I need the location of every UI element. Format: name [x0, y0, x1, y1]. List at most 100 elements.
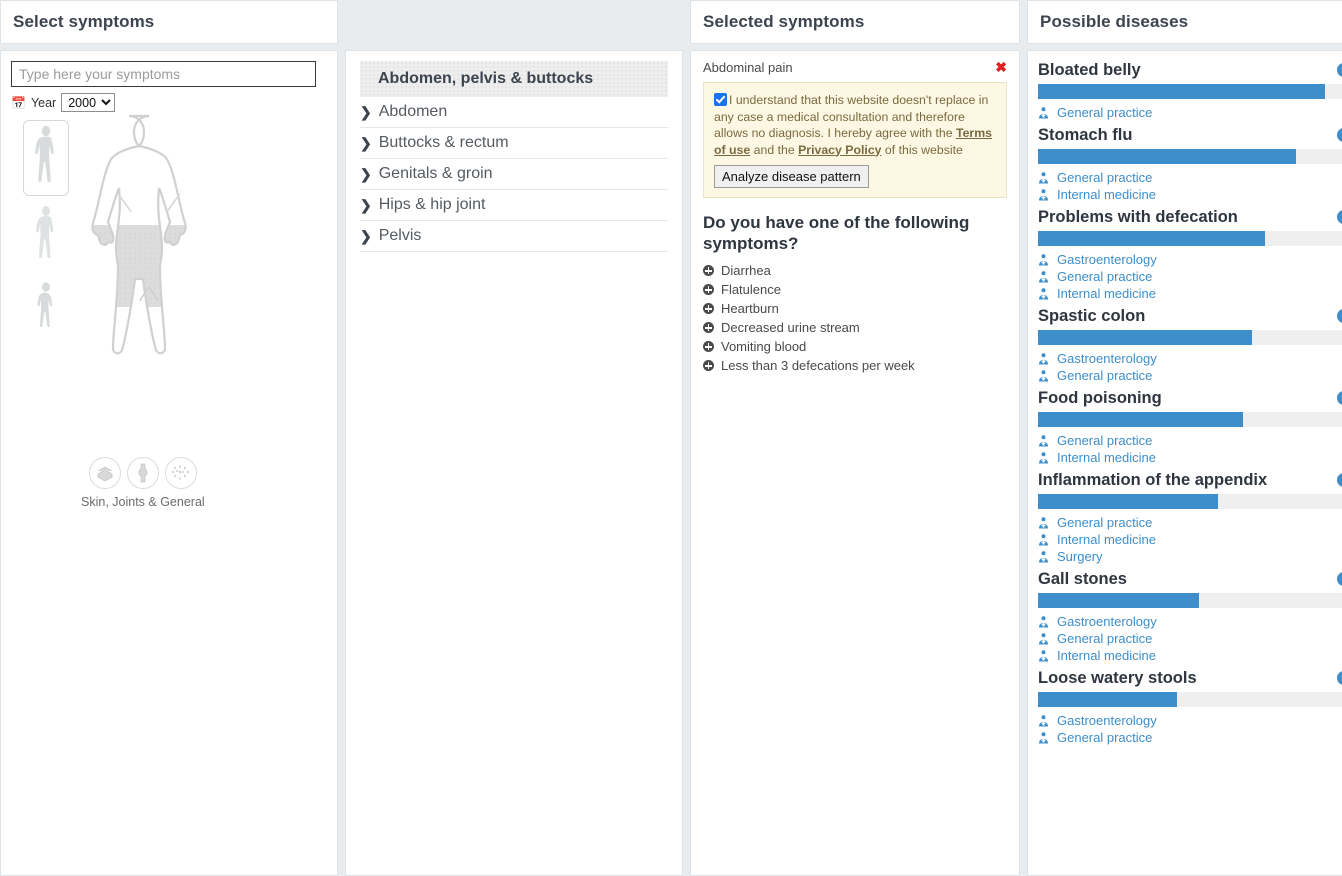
disease-name: Loose watery stools	[1038, 669, 1197, 687]
woman-silhouette-icon	[36, 206, 54, 259]
region-item-genitals-groin[interactable]: ❯ Genitals & groin	[360, 159, 668, 190]
region-item-pelvis[interactable]: ❯ Pelvis	[360, 221, 668, 252]
suggestions-title: Do you have one of the following symptom…	[703, 213, 970, 253]
disease-match-bar-fill	[1038, 231, 1265, 246]
body-figure-svg	[69, 114, 229, 355]
region-item-hips-hip-joint[interactable]: ❯ Hips & hip joint	[360, 190, 668, 221]
disease-match-bar	[1038, 231, 1342, 246]
disease-card: Gall stones i Gastroenterology General prac…	[1038, 568, 1342, 664]
specialty-item[interactable]: General practice	[1038, 514, 1342, 531]
specialty-item[interactable]: General practice	[1038, 104, 1342, 121]
info-icon[interactable]: i	[1337, 671, 1342, 685]
suggestion-item-vomiting-blood[interactable]: Vomiting blood	[703, 337, 1007, 356]
specialty-item[interactable]: General practice	[1038, 169, 1342, 186]
disease-match-bar-fill	[1038, 330, 1253, 345]
category-icons: Skin, Joints & General	[81, 457, 205, 509]
disease-header: Loose watery stools i	[1038, 667, 1342, 689]
specialty-label: Gastroenterology	[1057, 614, 1157, 629]
specialty-item[interactable]: General practice	[1038, 630, 1342, 647]
specialty-item[interactable]: Internal medicine	[1038, 531, 1342, 548]
disease-match-bar	[1038, 330, 1342, 345]
analyze-disease-pattern-button[interactable]: Analyze disease pattern	[714, 165, 869, 188]
disease-name: Problems with defecation	[1038, 208, 1238, 226]
privacy-policy-link[interactable]: Privacy Policy	[798, 143, 881, 157]
highlighted-region-abdomen-pelvis[interactable]	[69, 225, 229, 307]
search-input[interactable]	[11, 61, 316, 87]
info-icon[interactable]: i	[1337, 210, 1342, 224]
general-category-button[interactable]	[164, 457, 197, 489]
disease-card: Inflammation of the appendix i General pra…	[1038, 469, 1342, 565]
body-figure[interactable]	[69, 112, 229, 467]
specialty-item[interactable]: Surgery	[1038, 548, 1342, 565]
specialty-item[interactable]: Internal medicine	[1038, 647, 1342, 664]
figure-option-child[interactable]	[23, 276, 69, 338]
region-body: Abdomen, pelvis & buttocks ❯ Abdomen ❯ B…	[345, 50, 683, 876]
disease-header: Spastic colon i	[1038, 305, 1342, 327]
specialty-item[interactable]: Gastroenterology	[1038, 251, 1342, 268]
specialty-label: General practice	[1057, 433, 1153, 448]
figure-option-man[interactable]	[23, 120, 69, 196]
joints-category-button[interactable]	[126, 457, 159, 489]
man-silhouette-icon	[35, 125, 54, 183]
region-item-abdomen[interactable]: ❯ Abdomen	[360, 97, 668, 128]
info-icon[interactable]: i	[1337, 128, 1342, 142]
disease-match-bar-fill	[1038, 412, 1243, 427]
info-icon[interactable]: i	[1337, 572, 1342, 586]
specialty-item[interactable]: General practice	[1038, 729, 1342, 746]
disease-card: Spastic colon i Gastroenterology General pr…	[1038, 305, 1342, 384]
specialty-label: Gastroenterology	[1057, 713, 1157, 728]
disease-match-bar	[1038, 494, 1342, 509]
doctor-icon	[1039, 434, 1048, 446]
specialty-list: Gastroenterology General practice	[1038, 712, 1342, 746]
doctor-icon	[1039, 253, 1048, 265]
region-item-buttocks-rectum[interactable]: ❯ Buttocks & rectum	[360, 128, 668, 159]
skin-icon	[97, 466, 113, 481]
specialty-label: Internal medicine	[1057, 648, 1156, 663]
suggestion-item-flatulence[interactable]: Flatulence	[703, 280, 1007, 299]
select-symptoms-header: Select symptoms	[0, 0, 338, 44]
specialty-item[interactable]: Internal medicine	[1038, 449, 1342, 466]
consent-text: I understand that this website doesn't r…	[714, 92, 996, 158]
suggestion-item-less-than-3-defecations[interactable]: Less than 3 defecations per week	[703, 356, 1007, 375]
disease-name: Gall stones	[1038, 570, 1127, 588]
disease-header: Inflammation of the appendix i	[1038, 469, 1342, 491]
skin-category-button[interactable]	[88, 457, 121, 489]
figure-option-woman[interactable]	[23, 200, 69, 272]
year-select[interactable]: 2000	[61, 93, 116, 112]
specialty-item[interactable]: General practice	[1038, 367, 1342, 384]
suggestion-item-decreased-urine-stream[interactable]: Decreased urine stream	[703, 318, 1007, 337]
consent-text-part3: of this website	[881, 142, 963, 157]
category-label: Skin, Joints & General	[81, 495, 205, 509]
chevron-right-icon: ❯	[360, 228, 372, 244]
body-figure-area: Skin, Joints & General	[11, 114, 327, 865]
suggestion-label: Less than 3 defecations per week	[721, 358, 915, 373]
info-icon[interactable]: i	[1337, 309, 1342, 323]
specialty-item[interactable]: General practice	[1038, 432, 1342, 449]
suggestion-item-diarrhea[interactable]: Diarrhea	[703, 261, 1007, 280]
selected-symptoms-header: Selected symptoms	[690, 0, 1020, 44]
specialty-item[interactable]: Gastroenterology	[1038, 613, 1342, 630]
info-icon[interactable]: i	[1337, 63, 1342, 77]
specialty-item[interactable]: Gastroenterology	[1038, 712, 1342, 729]
consent-box: I understand that this website doesn't r…	[703, 82, 1007, 198]
info-icon[interactable]: i	[1337, 391, 1342, 405]
suggestion-item-heartburn[interactable]: Heartburn	[703, 299, 1007, 318]
consent-checkbox[interactable]	[714, 93, 727, 106]
specialty-item[interactable]: General practice	[1038, 268, 1342, 285]
specialty-label: General practice	[1057, 170, 1153, 185]
specialty-item[interactable]: Gastroenterology	[1038, 350, 1342, 367]
figure-selector	[23, 120, 69, 338]
suggestion-label: Vomiting blood	[721, 339, 807, 354]
selected-symptoms-panel: Selected symptoms Abdominal pain ✖ I und…	[690, 0, 1020, 876]
app-root: Select symptoms 📅 Year 2000	[0, 0, 1342, 876]
specialty-label: Internal medicine	[1057, 286, 1156, 301]
specialty-label: General practice	[1057, 730, 1153, 745]
specialty-list: General practice Internal medicine	[1038, 169, 1342, 203]
specialty-item[interactable]: Internal medicine	[1038, 285, 1342, 302]
add-icon	[703, 265, 714, 276]
general-icon	[171, 465, 189, 480]
doctor-icon	[1039, 533, 1048, 545]
remove-symptom-icon[interactable]: ✖	[995, 60, 1007, 74]
info-icon[interactable]: i	[1337, 473, 1342, 487]
specialty-item[interactable]: Internal medicine	[1038, 186, 1342, 203]
